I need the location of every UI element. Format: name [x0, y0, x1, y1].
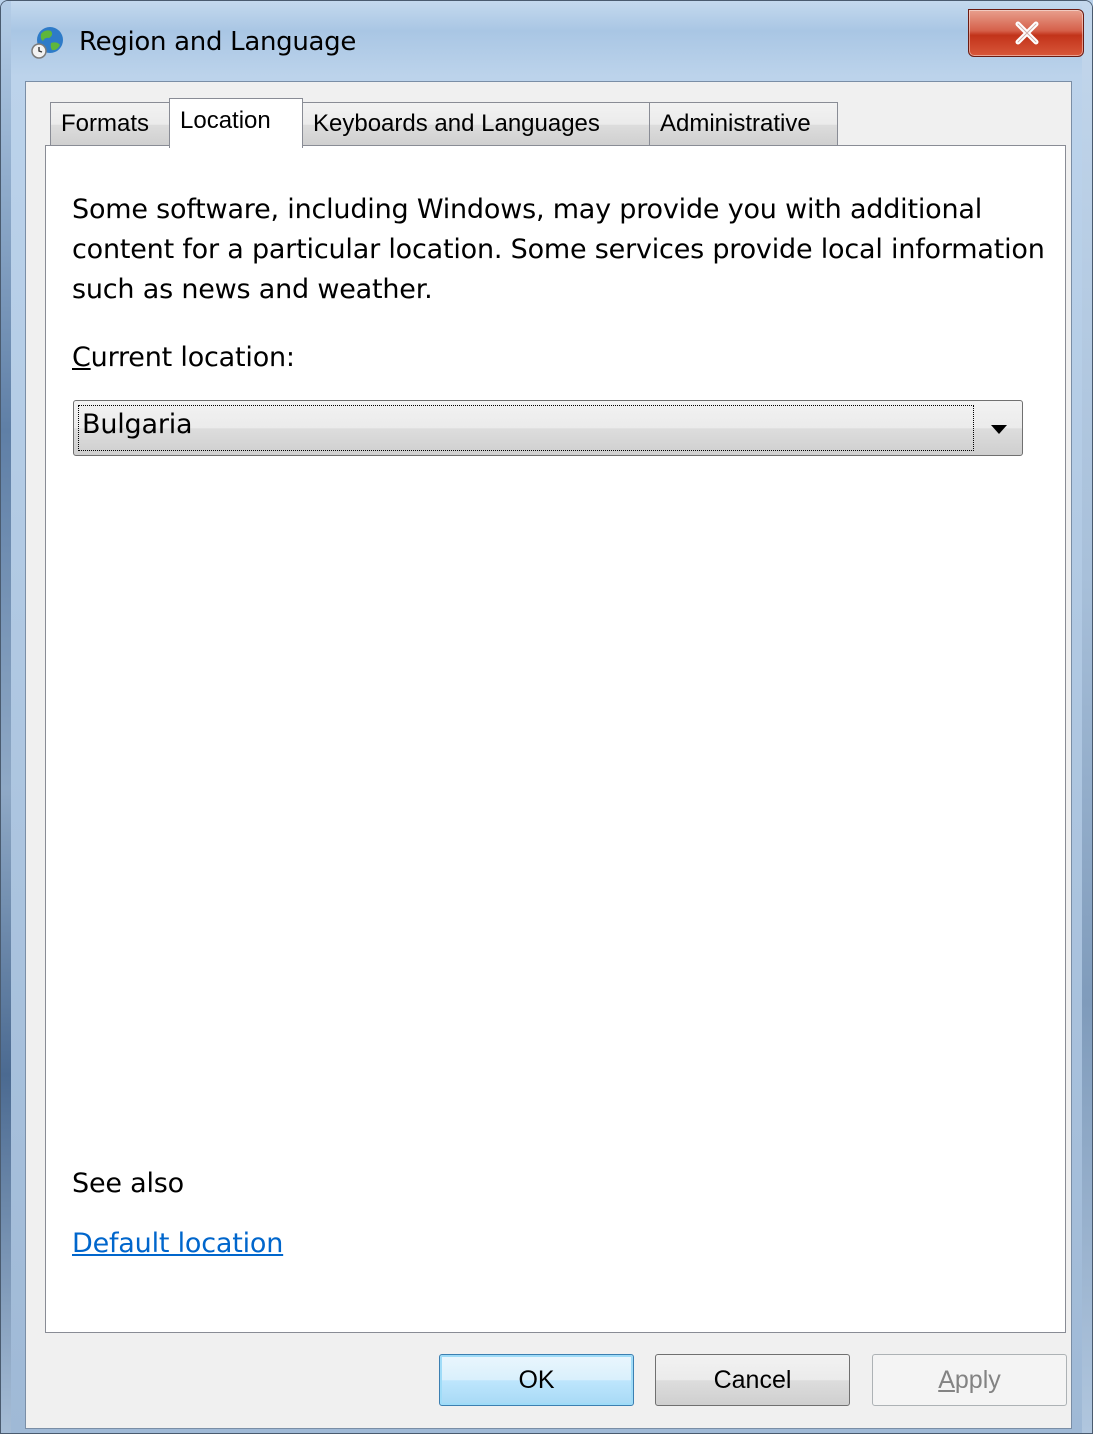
see-also-heading: See also: [72, 1168, 184, 1199]
region-language-dialog: Region and Language Formats Location Key…: [0, 0, 1093, 1434]
tab-location[interactable]: Location: [169, 98, 303, 148]
current-location-label: Current location:: [72, 342, 295, 373]
cancel-button[interactable]: Cancel: [655, 1354, 850, 1406]
apply-button[interactable]: Apply: [872, 1354, 1067, 1406]
title-bar[interactable]: Region and Language: [1, 1, 1092, 81]
dialog-body: Formats Location Keyboards and Languages…: [25, 81, 1072, 1429]
location-description: Some software, including Windows, may pr…: [72, 194, 1045, 305]
globe-clock-icon: [31, 25, 65, 59]
location-tab-panel: Some software, including Windows, may pr…: [45, 145, 1066, 1333]
tab-administrative[interactable]: Administrative: [649, 102, 838, 146]
close-button[interactable]: [968, 9, 1084, 57]
select-focus-rect: [78, 405, 974, 451]
apply-label-text: pply: [954, 1366, 1001, 1394]
current-location-label-text: urrent location:: [90, 342, 295, 373]
ok-button[interactable]: OK: [439, 1354, 634, 1406]
apply-access-key: A: [938, 1366, 955, 1394]
current-location-value: Bulgaria: [82, 409, 193, 440]
tab-keyboards-and-languages[interactable]: Keyboards and Languages: [302, 102, 650, 146]
tab-formats[interactable]: Formats: [50, 102, 170, 146]
window-title: Region and Language: [79, 27, 357, 57]
current-location-select[interactable]: Bulgaria: [73, 400, 1023, 456]
default-location-link[interactable]: Default location: [72, 1228, 283, 1259]
current-location-access-key: C: [72, 342, 91, 373]
chevron-down-icon: [991, 425, 1007, 434]
close-icon: [1015, 21, 1039, 45]
